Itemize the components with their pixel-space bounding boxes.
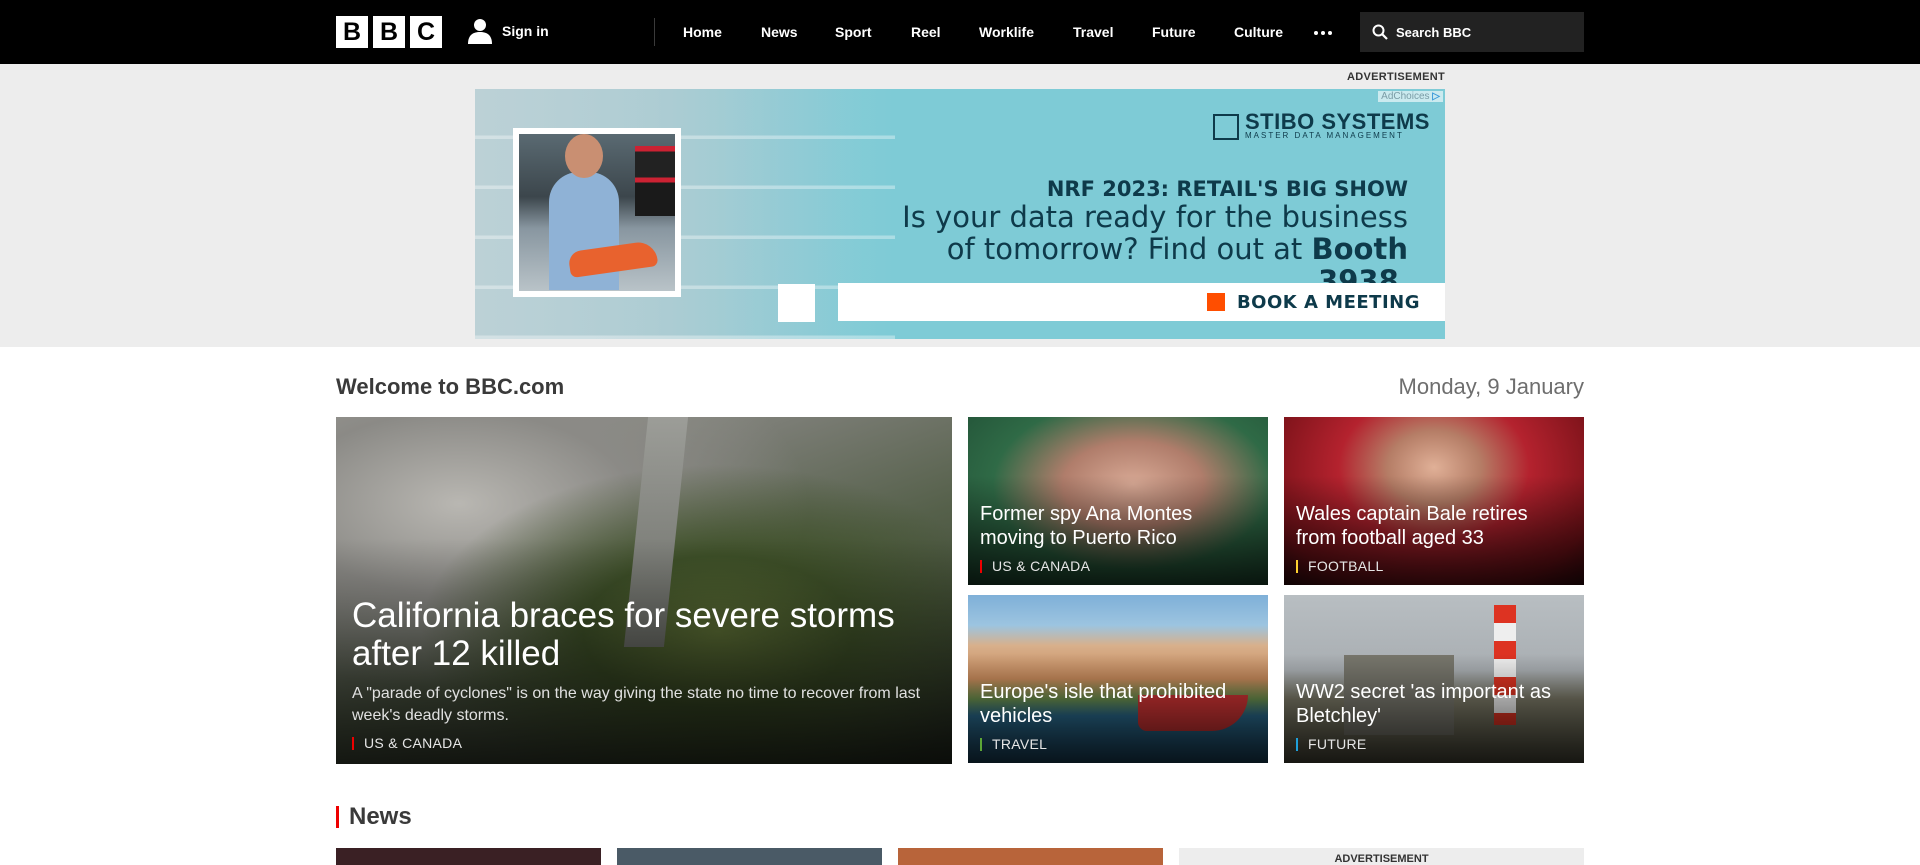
current-date: Monday, 9 January [1398, 374, 1584, 399]
nav-reel[interactable]: Reel [911, 24, 941, 40]
side-ad[interactable]: ADVERTISEMENT [1179, 848, 1584, 865]
more-dots-icon[interactable] [1314, 22, 1335, 42]
news-thumb-1[interactable] [336, 848, 601, 865]
nav-travel[interactable]: Travel [1073, 24, 1113, 40]
story-summary: A "parade of cyclones" is on the way giv… [352, 685, 921, 724]
ad-photo [513, 128, 681, 297]
ad-banner[interactable]: AdChoices ▷ STIBO SYSTEMS MASTER DATA MA… [475, 89, 1445, 339]
sign-in-label: Sign in [502, 23, 549, 39]
story-card-bale[interactable]: Wales captain Bale retires from football… [1284, 417, 1584, 585]
brand-name: STIBO SYSTEMS [1245, 109, 1430, 134]
story-tag: FUTURE [1296, 737, 1572, 751]
adchoices-label: AdChoices [1381, 91, 1430, 102]
story-card-ww2[interactable]: WW2 secret 'as important as Bletchley' F… [1284, 595, 1584, 763]
ad-decoration-box [778, 284, 815, 322]
news-thumb-3[interactable] [898, 848, 1163, 865]
nav-culture[interactable]: Culture [1234, 24, 1283, 40]
advertisement-label: ADVERTISEMENT [1346, 71, 1445, 83]
story-tag: US & CANADA [980, 559, 1256, 573]
nav-divider [654, 18, 655, 46]
nav-future[interactable]: Future [1152, 24, 1196, 40]
story-tag: US & CANADA [352, 736, 940, 750]
news-thumb-2[interactable] [617, 848, 882, 865]
top-ad-region: ADVERTISEMENT AdChoices ▷ STIBO SYSTEMS … [0, 64, 1920, 347]
nav-news[interactable]: News [761, 24, 798, 40]
brand-tagline: MASTER DATA MANAGEMENT [1245, 131, 1404, 140]
news-section-title: News [349, 803, 412, 830]
ad-brand-logo: STIBO SYSTEMS MASTER DATA MANAGEMENT [1213, 109, 1430, 141]
story-tag: TRAVEL [980, 737, 1256, 751]
welcome-heading: Welcome to BBC.com [336, 374, 565, 399]
book-meeting-button[interactable]: BOOK A MEETING [838, 283, 1445, 321]
story-card-isle[interactable]: Europe's isle that prohibited vehicles T… [968, 595, 1268, 763]
logo-letter-c: C [410, 16, 442, 48]
ad-kicker: NRF 2023: RETAIL'S BIG SHOW [1046, 177, 1408, 201]
book-meeting-label: BOOK A MEETING [1236, 291, 1420, 313]
news-section-heading[interactable]: News [336, 803, 412, 831]
search-placeholder: Search BBC [1396, 24, 1472, 40]
ad-headline-line1: Is your data ready for the business [902, 200, 1408, 234]
story-headline: WW2 secret 'as important as Bletchley' [1296, 681, 1551, 727]
story-card-spy[interactable]: Former spy Ana Montes moving to Puerto R… [968, 417, 1268, 585]
story-headline: Former spy Ana Montes moving to Puerto R… [980, 503, 1193, 549]
logo-letter-b2: B [373, 16, 405, 48]
side-ad-label: ADVERTISEMENT [1334, 853, 1429, 865]
top-nav-bar: B B C Sign in Home News Sport Reel Workl… [0, 0, 1920, 64]
nav-home[interactable]: Home [683, 24, 722, 40]
ad-headline-line2: of tomorrow? Find out at [946, 232, 1312, 266]
nav-worklife[interactable]: Worklife [979, 24, 1034, 40]
search-box[interactable]: Search BBC [1360, 12, 1584, 52]
adchoices-link[interactable]: AdChoices ▷ [1378, 91, 1443, 102]
story-tag: FOOTBALL [1296, 559, 1572, 573]
story-headline: Wales captain Bale retires from football… [1296, 503, 1528, 549]
user-icon [468, 19, 492, 44]
section-accent-bar [336, 806, 339, 828]
sign-in-button[interactable]: Sign in [468, 17, 549, 45]
bbc-logo[interactable]: B B C [336, 16, 442, 48]
adchoices-icon: ▷ [1432, 91, 1440, 102]
story-card-main[interactable]: California braces for severe storms afte… [336, 417, 952, 764]
story-headline: California braces for severe storms afte… [352, 596, 895, 673]
logo-letter-b1: B [336, 16, 368, 48]
brand-square-icon [1213, 114, 1239, 140]
nav-sport[interactable]: Sport [835, 24, 872, 40]
search-icon [1372, 24, 1388, 40]
orange-square-icon [1206, 293, 1225, 311]
story-headline: Europe's isle that prohibited vehicles [980, 681, 1227, 727]
